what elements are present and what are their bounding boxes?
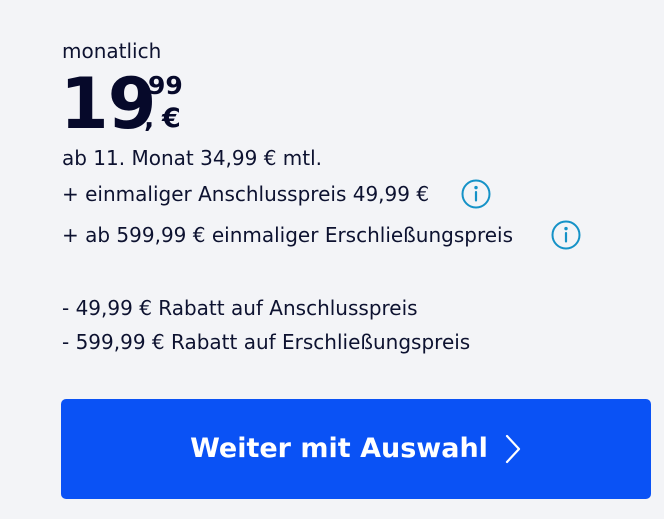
development-fee-text: + ab 599,99 € einmaliger Erschließungspr… <box>62 223 514 247</box>
continue-with-selection-button[interactable]: Weiter mit Auswahl <box>61 399 651 499</box>
continue-button-label: Weiter mit Auswahl <box>190 433 488 464</box>
price-cents: 99 <box>148 71 183 100</box>
chevron-right-icon <box>504 433 522 465</box>
price-currency: € <box>162 103 181 134</box>
price-after-month-note: ab 11. Monat 34,99 € mtl. <box>62 146 323 170</box>
connection-fee-text: + einmaliger Anschlusspreis 49,99 € <box>62 182 430 206</box>
development-discount-text: - 599,99 € Rabatt auf Erschließungspreis <box>62 330 471 354</box>
info-icon[interactable] <box>461 179 491 209</box>
info-icon[interactable] <box>551 220 581 250</box>
price-integer: 19 <box>60 63 156 145</box>
price-decimal-separator: , <box>144 103 155 134</box>
tariff-price-card: monatlich 19 99 , € ab 11. Monat 34,99 €… <box>0 0 664 519</box>
billing-period-label: monatlich <box>62 39 162 63</box>
connection-discount-text: - 49,99 € Rabatt auf Anschlusspreis <box>62 296 418 320</box>
